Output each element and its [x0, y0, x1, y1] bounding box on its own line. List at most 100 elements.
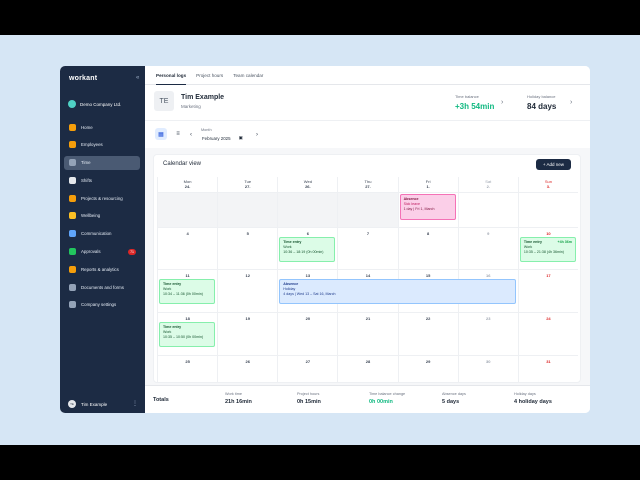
- prev-month-icon[interactable]: ‹: [190, 132, 192, 138]
- header-date: 24.: [184, 184, 191, 189]
- collapse-sidebar-icon[interactable]: «: [136, 75, 139, 81]
- calendar-day-cell[interactable]: 24: [517, 312, 578, 355]
- absence-event[interactable]: Absence Holiday 4 days | Wed 13 – Sat 16, …: [279, 279, 516, 304]
- sidebar-nav: Home Employees Time Shifts Projects & resour…: [64, 120, 140, 316]
- tab-project-hours[interactable]: Project hours: [196, 66, 223, 85]
- total-work-time: Work time 21h 16min: [225, 392, 252, 405]
- calendar-day-cell[interactable]: 19: [217, 312, 278, 355]
- sidebar-item-label: Home: [81, 124, 93, 130]
- calendar-day-cell[interactable]: [217, 192, 278, 227]
- tab-team-calendar[interactable]: Team calendar: [233, 66, 263, 85]
- calendar-day-cell[interactable]: [517, 192, 578, 227]
- calendar-day-cell[interactable]: 30: [457, 355, 518, 382]
- event-detail: 10:35 – 21:38 (4h 36min): [523, 250, 565, 254]
- sidebar-item-documents-and-forms[interactable]: Documents and forms: [64, 280, 140, 294]
- calendar-day-cell[interactable]: [337, 192, 398, 227]
- time-entry-event[interactable]: Time entry +4h 36m Work 10:35 – 21:38 (4h 3…: [519, 237, 576, 262]
- calendar-day-cell[interactable]: 27: [277, 355, 338, 382]
- clock-icon: [69, 159, 76, 167]
- header-date: 3.: [546, 184, 551, 189]
- calendar-view-icon[interactable]: ▦: [155, 128, 167, 140]
- total-time-balance-change: Time balance change 0h 00min: [369, 392, 405, 405]
- sidebar-item-home[interactable]: Home: [64, 120, 140, 134]
- sidebar-item-label: Time: [81, 160, 91, 166]
- day-header: Wed 26.: [277, 177, 337, 192]
- time-balance-value: +3h 54min: [455, 102, 495, 111]
- calendar-day-cell[interactable]: 29: [397, 355, 458, 382]
- company-switcher[interactable]: Demo Company Ltd.: [68, 98, 140, 110]
- day-header: Thu 27.: [337, 177, 397, 192]
- calendar-day-cell[interactable]: 21: [337, 312, 398, 355]
- day-number: 16: [486, 273, 491, 278]
- sidebar-item-company-settings[interactable]: Company settings: [64, 298, 140, 312]
- sidebar-item-approvals[interactable]: Approvals 71: [64, 245, 140, 259]
- totals-title: Totals: [153, 397, 169, 403]
- check-icon: [69, 248, 76, 256]
- avatar: TE: [154, 91, 174, 111]
- absence-event[interactable]: Absence Sick leave 1 day | Fri 1, March: [399, 194, 456, 220]
- company-name: Demo Company Ltd.: [80, 101, 122, 107]
- time-entry-event[interactable]: Time entry Work 10:36 – 18:19 (0h 00min): [279, 237, 336, 262]
- tab-personal-logs[interactable]: Personal logs: [156, 66, 187, 85]
- calendar-grid: Mon 24. Tue 27. Wed 26. Thu 27. Fri 1. Sat 2. Sun 3. 4…: [157, 177, 578, 382]
- day-header: Sun 3.: [517, 177, 578, 192]
- calendar-day-cell[interactable]: 5: [217, 227, 278, 269]
- sidebar-item-reports-analytics[interactable]: Reports & analytics: [64, 262, 140, 276]
- month-label: Month: [201, 128, 212, 132]
- calendar-day-cell[interactable]: 4: [157, 227, 218, 269]
- time-balance[interactable]: Time balance +3h 54min: [455, 94, 494, 111]
- sidebar-item-employees[interactable]: Employees: [64, 138, 140, 152]
- day-number: 21: [365, 316, 371, 321]
- add-new-button[interactable]: + Add new: [535, 159, 571, 170]
- calendar-day-cell[interactable]: 25: [157, 355, 218, 382]
- time-entry-event[interactable]: Time entry Work 10:35 – 10:50 (0h 00min): [159, 322, 216, 347]
- event-detail: 4 days | Wed 13 – Sat 16, March: [283, 292, 336, 296]
- calendar-day-cell[interactable]: 22: [397, 312, 458, 355]
- sidebar-item-communication[interactable]: Communication: [64, 227, 140, 241]
- list-view-icon[interactable]: ≡: [172, 128, 184, 140]
- calendar-day-cell[interactable]: 17: [517, 269, 578, 312]
- total-label: Absence days: [442, 392, 466, 396]
- next-month-icon[interactable]: ›: [256, 132, 258, 138]
- day-number: 9: [487, 231, 490, 236]
- calendar-day-cell[interactable]: [157, 192, 218, 227]
- app-window: workant « Demo Company Ltd. Home Employee…: [60, 66, 590, 413]
- user-name: Tim Example: [81, 401, 108, 407]
- approvals-count-badge: 71: [128, 248, 136, 255]
- holiday-balance[interactable]: Holiday balance 84 days: [527, 94, 556, 111]
- employee-name: Tim Example: [181, 94, 225, 101]
- calendar-day-cell[interactable]: 12: [217, 269, 278, 312]
- time-entry-event[interactable]: Time entry Work 10:34 – 11:36 (0h 00min): [159, 279, 216, 304]
- sidebar-item-projects-resourcing[interactable]: Projects & resourcing: [64, 191, 140, 205]
- sidebar-item-label: Wellbeing: [81, 213, 101, 219]
- calendar-day-cell[interactable]: [277, 192, 338, 227]
- smile-icon: [69, 212, 76, 220]
- calendar-day-cell[interactable]: 31: [517, 355, 578, 382]
- day-header: Mon 24.: [157, 177, 217, 192]
- chevron-right-icon[interactable]: ›: [501, 99, 503, 106]
- calendar-icon: ▣: [238, 135, 243, 140]
- total-label: Holiday days: [514, 392, 536, 396]
- calendar-day-cell[interactable]: 7: [337, 227, 398, 269]
- sidebar-item-shifts[interactable]: Shifts: [64, 173, 140, 187]
- total-label: Work time: [225, 392, 243, 396]
- day-number: 25: [185, 359, 190, 364]
- calendar-day-cell[interactable]: 8: [397, 227, 458, 269]
- sidebar-item-label: Employees: [81, 142, 103, 148]
- calendar-day-cell[interactable]: 9: [457, 227, 518, 269]
- total-value: 5 days: [442, 399, 460, 405]
- total-absence-days: Absence days 5 days: [442, 392, 466, 405]
- app-logo: workant: [69, 75, 98, 82]
- calendar-day-cell[interactable]: 26: [217, 355, 278, 382]
- user-menu[interactable]: TE Tim Example: [68, 400, 107, 408]
- calendar-day-cell[interactable]: 28: [337, 355, 398, 382]
- gear-icon: [69, 301, 76, 309]
- calendar-day-cell[interactable]: [457, 192, 518, 227]
- sidebar-item-time[interactable]: Time: [64, 155, 140, 170]
- calendar-day-cell[interactable]: 23: [457, 312, 518, 355]
- more-vertical-icon[interactable]: ⋮: [132, 400, 138, 407]
- month-picker[interactable]: February 2025 ▣: [199, 133, 253, 143]
- chevron-right-icon[interactable]: ›: [570, 99, 572, 106]
- sidebar-item-wellbeing[interactable]: Wellbeing: [64, 209, 140, 223]
- calendar-day-cell[interactable]: 20: [277, 312, 338, 355]
